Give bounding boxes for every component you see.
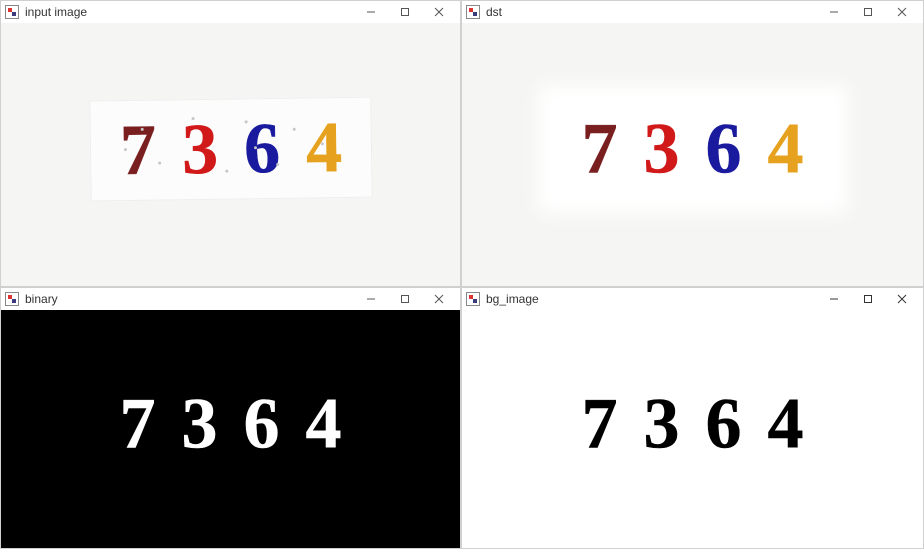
window-title: binary [25,292,354,306]
window-controls [817,288,919,310]
digit-1: 7 [120,392,156,457]
app-icon [466,5,480,19]
window-input-image: input image 7 3 6 4 [0,0,461,287]
app-icon [5,292,19,306]
digit-strip: 7 3 6 4 [100,382,362,467]
window-title: bg_image [486,292,817,306]
maximize-button[interactable] [851,1,885,23]
close-button[interactable] [885,1,919,23]
close-icon [897,7,907,17]
maximize-icon [863,7,873,17]
image-viewport: 7 3 6 4 [462,310,923,548]
minimize-icon [366,294,376,304]
window-binary: binary 7 3 6 4 [0,287,461,549]
digit-4: 4 [305,115,342,180]
digit-2: 3 [182,392,218,457]
window-title: dst [486,5,817,19]
window-controls [354,288,456,310]
digit-1: 7 [119,118,156,183]
maximize-button[interactable] [388,288,422,310]
titlebar[interactable]: bg_image [462,288,923,310]
minimize-button[interactable] [817,1,851,23]
digit-2: 3 [644,117,680,182]
titlebar[interactable]: input image [1,1,460,23]
digit-3: 6 [706,392,742,457]
close-button[interactable] [422,1,456,23]
maximize-button[interactable] [388,1,422,23]
maximize-icon [400,7,410,17]
digit-strip: 7 3 6 4 [552,99,834,200]
minimize-button[interactable] [354,288,388,310]
close-icon [897,294,907,304]
app-icon [5,5,19,19]
close-icon [434,7,444,17]
window-title: input image [25,5,354,19]
titlebar[interactable]: binary [1,288,460,310]
maximize-button[interactable] [851,288,885,310]
digit-3: 6 [243,116,280,181]
window-bg-image: bg_image 7 3 6 4 [461,287,924,549]
digit-4: 4 [768,117,804,182]
minimize-button[interactable] [354,1,388,23]
digit-strip: 7 3 6 4 [562,382,824,467]
titlebar[interactable]: dst [462,1,923,23]
minimize-button[interactable] [817,288,851,310]
image-viewport: 7 3 6 4 [462,23,923,286]
close-button[interactable] [885,288,919,310]
close-button[interactable] [422,288,456,310]
maximize-icon [400,294,410,304]
digit-3: 6 [244,392,280,457]
app-icon [466,292,480,306]
minimize-icon [366,7,376,17]
close-icon [434,294,444,304]
window-dst: dst 7 3 6 4 [461,0,924,287]
window-controls [817,1,919,23]
maximize-icon [863,294,873,304]
digit-4: 4 [306,392,342,457]
digit-2: 3 [181,117,218,182]
window-controls [354,1,456,23]
image-viewport: 7 3 6 4 [1,23,460,286]
digit-4: 4 [768,392,804,457]
image-viewport: 7 3 6 4 [1,310,460,548]
digit-1: 7 [582,392,618,457]
digit-strip: 7 3 6 4 [89,97,372,202]
minimize-icon [829,294,839,304]
digit-3: 6 [706,117,742,182]
digit-1: 7 [582,117,618,182]
digit-2: 3 [644,392,680,457]
minimize-icon [829,7,839,17]
